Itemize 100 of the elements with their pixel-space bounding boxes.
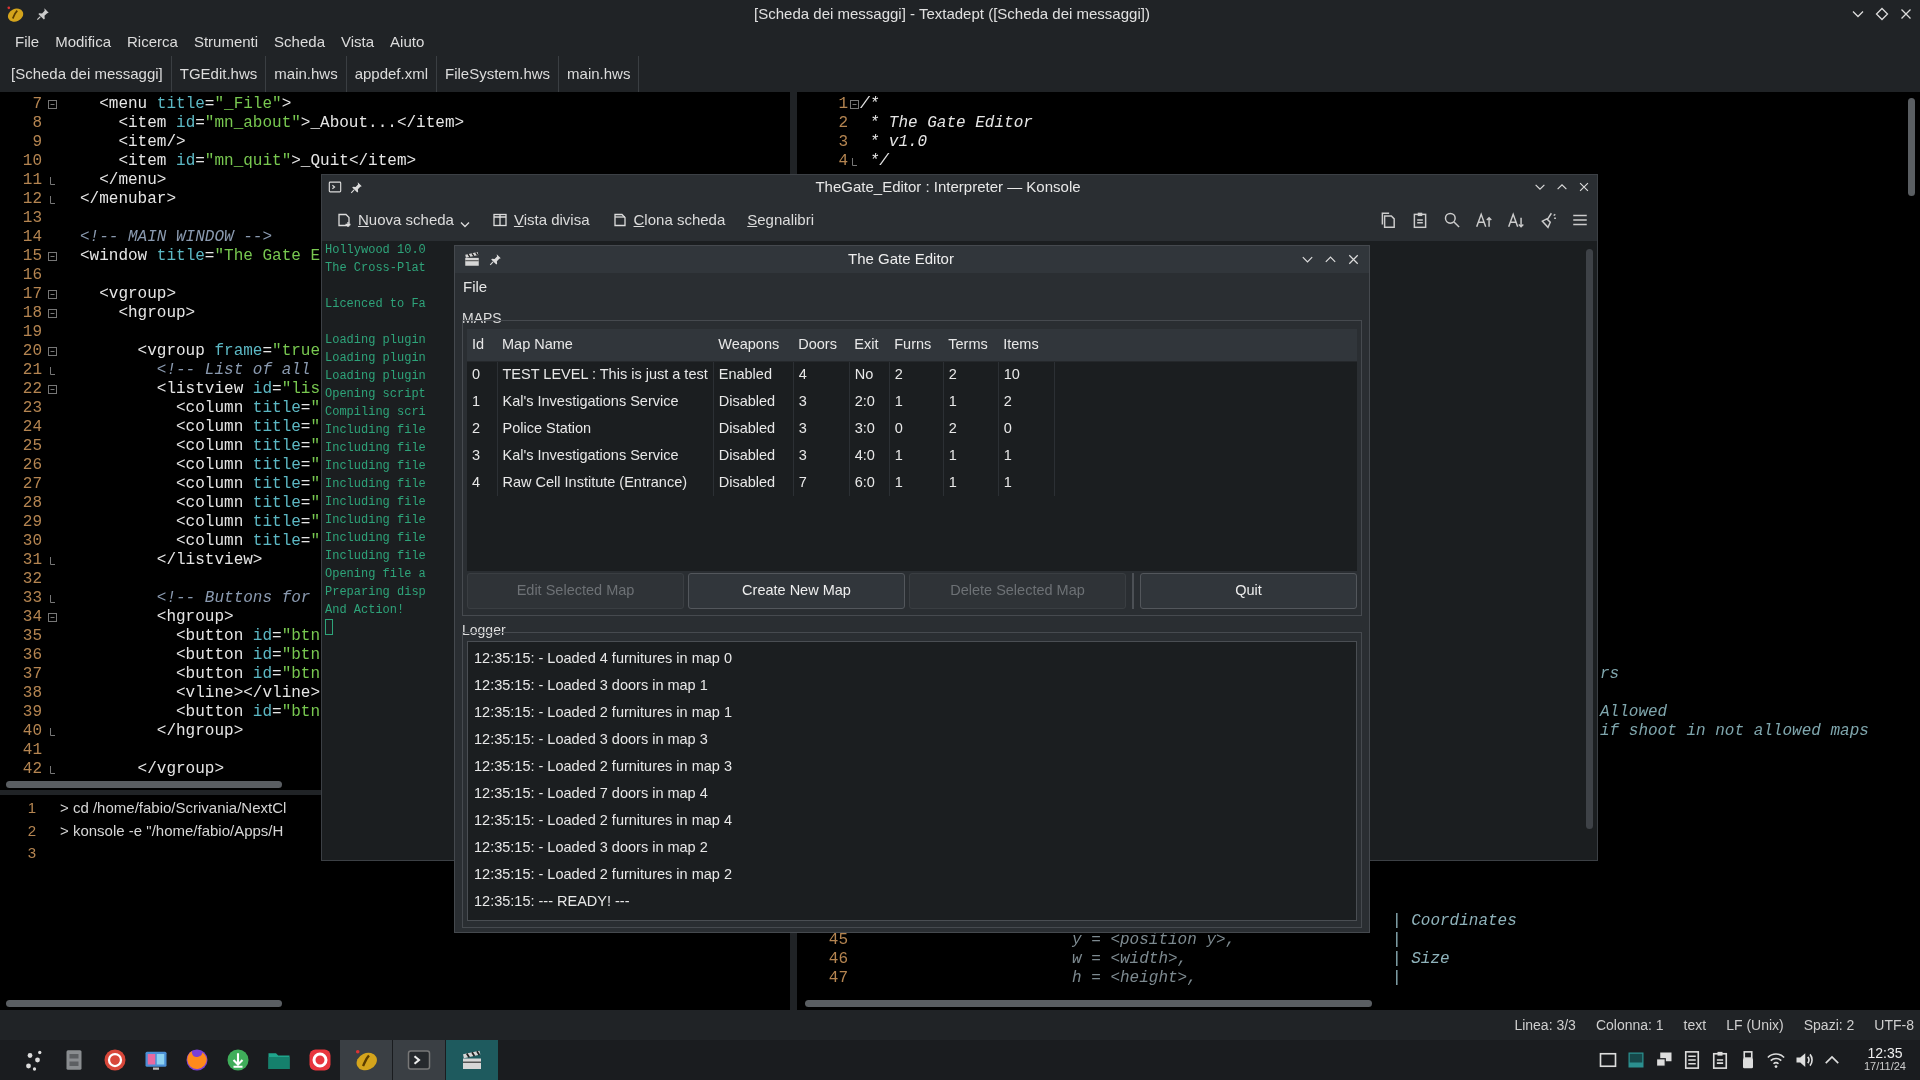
toolbar-button[interactable]: Segnalibri <box>741 206 820 234</box>
line-number: 28 <box>21 494 42 513</box>
close-icon[interactable] <box>1577 180 1591 194</box>
column-header[interactable]: Exit <box>849 329 890 361</box>
log-line: 12:35:15: - Loaded 4 furnitures in map 0 <box>474 649 732 668</box>
search-icon[interactable] <box>1443 211 1461 229</box>
column-header[interactable]: Doors <box>793 329 850 361</box>
toolbar-button[interactable]: Clona scheda <box>605 206 732 234</box>
fold-marker-icon[interactable] <box>47 347 57 356</box>
scrollbar-thumb[interactable] <box>6 1000 282 1007</box>
table-cell: 0 <box>998 415 1055 442</box>
table-cell: 3 <box>793 415 850 442</box>
fold-marker-icon[interactable] <box>47 290 57 299</box>
menu-item[interactable]: Aiuto <box>384 30 431 54</box>
desktop-icon[interactable] <box>1598 1050 1618 1070</box>
broom-icon[interactable] <box>1539 211 1557 229</box>
table-cell: 1 <box>889 469 944 496</box>
line-number: 2 <box>837 114 848 133</box>
line-number: 20 <box>21 342 42 361</box>
clapper-icon <box>463 250 481 269</box>
column-header[interactable]: Items <box>998 329 1055 361</box>
scrollbar-thumb[interactable] <box>1908 98 1915 196</box>
table-cell: 3 <box>793 388 850 415</box>
table-cell: 0 <box>889 415 944 442</box>
terminal-line: Including file <box>325 440 426 457</box>
paste-icon[interactable] <box>1411 211 1429 229</box>
code-line: * The Gate Editor <box>868 114 1033 133</box>
clock-date[interactable]: 17/11/24 <box>1864 1060 1906 1073</box>
toolbar-button[interactable]: Nuova scheda <box>330 206 476 234</box>
pin-icon[interactable] <box>489 252 502 266</box>
clock-time[interactable]: 12:35 <box>1867 1047 1903 1060</box>
font-smaller-icon[interactable] <box>1507 211 1525 229</box>
line-number: 26 <box>21 456 42 475</box>
scrollbar-thumb[interactable] <box>1586 249 1593 829</box>
menu-item[interactable]: Vista <box>334 30 381 54</box>
line-number: 47 <box>827 969 848 988</box>
action-button[interactable]: Quit <box>1140 573 1357 609</box>
menu-item[interactable]: Scheda <box>268 30 331 54</box>
menu-item[interactable]: Modifica <box>49 30 118 54</box>
notes-icon[interactable] <box>1682 1050 1702 1070</box>
fold-marker-icon[interactable] <box>849 100 859 109</box>
wifi-icon[interactable] <box>1766 1050 1786 1070</box>
line-number: 3 <box>26 843 36 863</box>
scrollbar-thumb[interactable] <box>6 781 282 788</box>
code-fragment: if shoot in not allowed maps <box>1599 722 1869 741</box>
toolbar-button[interactable]: Vista divisa <box>485 206 596 234</box>
window-title: The Gate Editor <box>847 249 955 269</box>
fold-marker-icon[interactable] <box>47 100 57 109</box>
log-line: 12:35:15: - Loaded 2 furnitures in map 3 <box>474 757 732 776</box>
terminal-line: Including file <box>325 494 426 511</box>
line-number: 9 <box>31 133 42 152</box>
screen-icon[interactable] <box>1626 1050 1646 1070</box>
column-header[interactable]: Furns <box>889 329 944 361</box>
column-header[interactable]: Weapons <box>713 329 794 361</box>
column-header[interactable]: Terms <box>943 329 999 361</box>
fold-marker-icon[interactable] <box>47 385 57 394</box>
line-number: 41 <box>21 741 42 760</box>
code-line: </menu> <box>98 171 167 190</box>
table-cell: 1 <box>998 469 1055 496</box>
action-button[interactable]: Create New Map <box>688 573 905 609</box>
terminal-line: And Action! <box>325 602 405 619</box>
menu-item[interactable]: Strumenti <box>187 30 265 54</box>
table-cell: 1 <box>943 469 999 496</box>
maximize-icon[interactable] <box>1874 6 1890 22</box>
line-number: 19 <box>21 323 42 342</box>
scrollbar-thumb[interactable] <box>805 1000 1372 1007</box>
table-cell: No <box>849 361 890 388</box>
table-cell: 3 <box>467 442 497 469</box>
line-number: 15 <box>21 247 42 266</box>
line-number: 10 <box>21 152 42 171</box>
log-line: 12:35:15: - Loaded 3 doors in map 1 <box>474 676 708 695</box>
fold-marker-icon[interactable] <box>47 613 57 622</box>
terminal-line: Opening script <box>325 386 426 403</box>
table-cell: 1 <box>467 388 497 415</box>
menu-item[interactable]: Ricerca <box>121 30 184 54</box>
code-line: <column title=" <box>175 418 321 437</box>
log-line: 12:35:15: - Loaded 2 furnitures in map 2 <box>474 865 732 884</box>
menu-item[interactable]: File <box>459 276 492 299</box>
status-item: text <box>1683 1015 1707 1035</box>
terminal-cursor <box>325 619 333 635</box>
copy-icon[interactable] <box>1379 211 1397 229</box>
log-line: 12:35:15: --- READY! --- <box>474 892 630 911</box>
column-header[interactable]: Map Name <box>497 329 714 361</box>
column-header[interactable]: Id <box>467 329 497 361</box>
fox-globe-icon <box>184 1048 209 1072</box>
pin-icon[interactable] <box>350 180 363 194</box>
terminal-icon <box>407 1048 431 1072</box>
table-cell: Disabled <box>713 388 794 415</box>
table-cell: 4 <box>793 361 850 388</box>
clipboard-icon[interactable] <box>1710 1050 1730 1070</box>
status-item: UTF-8 <box>1874 1015 1914 1035</box>
table-cell: Kal's Investigations Service <box>497 388 714 415</box>
fold-marker-icon[interactable] <box>47 309 57 318</box>
pin-icon[interactable] <box>36 7 50 21</box>
font-larger-icon[interactable] <box>1475 211 1493 229</box>
clapper-icon <box>460 1048 484 1072</box>
line-number: 7 <box>31 95 42 114</box>
menu-item[interactable]: File <box>9 30 46 54</box>
terminal-line: Including file <box>325 476 426 493</box>
fold-marker-icon[interactable] <box>47 252 57 261</box>
